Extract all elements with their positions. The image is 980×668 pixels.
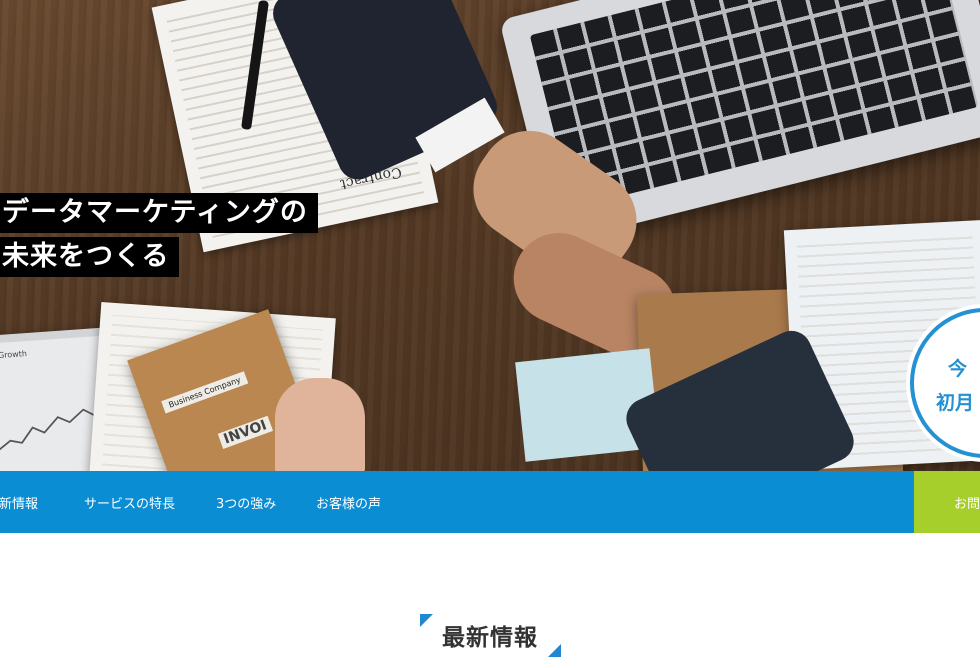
nav-item-service-features[interactable]: サービスの特長 <box>84 493 175 512</box>
badge-line1: 今 <box>948 358 968 380</box>
invoice-label: INVOI <box>217 415 273 449</box>
contact-button[interactable]: お問 <box>914 471 980 533</box>
global-nav: 最新情報 サービスの特長 3つの強み お客様の声 お問 <box>0 471 980 533</box>
company-label: Business Company <box>161 371 249 414</box>
growth-label: Growth <box>0 349 28 361</box>
title-corner-bottom-right <box>548 644 561 657</box>
hero-image: Contract Growth Business Company INVOI デ… <box>0 0 980 471</box>
badge-line2: 初月 <box>936 392 975 414</box>
nav-item-testimonials[interactable]: お客様の声 <box>316 493 381 512</box>
section-title-news: 最新情報 <box>442 625 538 651</box>
nav-item-strengths[interactable]: 3つの強み <box>216 493 276 512</box>
nav-item-news[interactable]: 最新情報 <box>0 493 38 512</box>
hero-headline-line2: 未来をつくる <box>0 237 180 277</box>
hand-left <box>275 378 365 471</box>
hero-headline-line1: データマーケティングの <box>0 193 318 233</box>
